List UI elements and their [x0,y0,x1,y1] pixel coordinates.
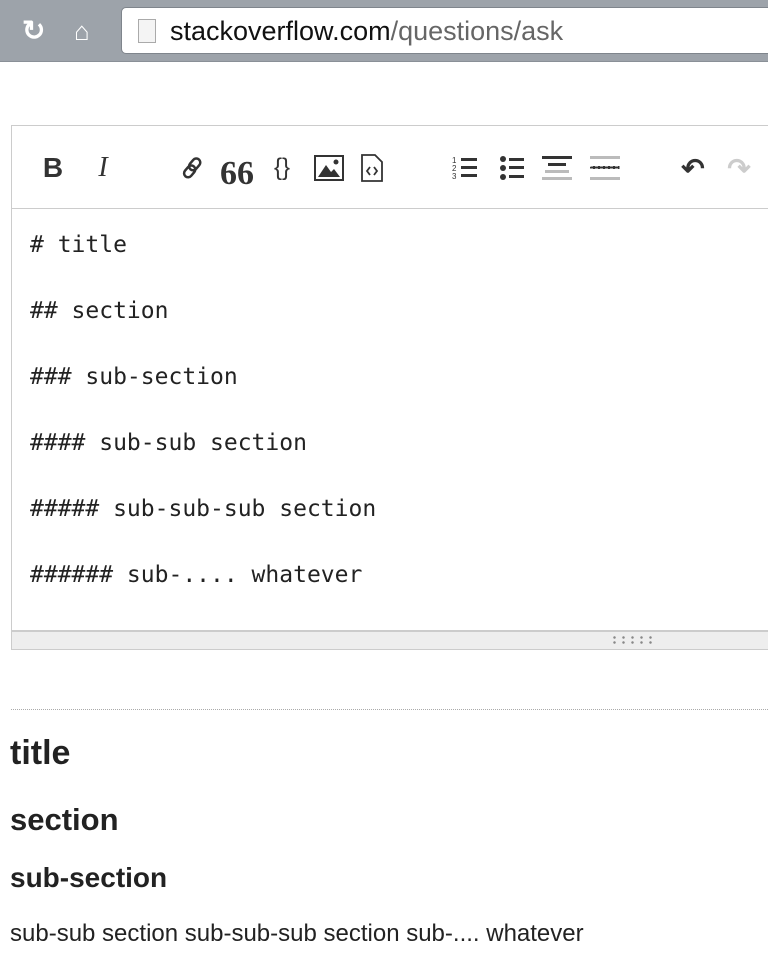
heading-icon [542,156,572,180]
horizontal-rule-button[interactable] [588,151,622,185]
link-button[interactable] [176,151,210,185]
heading-button[interactable] [540,151,574,185]
markdown-textarea[interactable]: # title ## section ### sub-section #### … [12,209,768,632]
snippet-button[interactable] [355,151,389,185]
svg-text:3: 3 [452,172,457,181]
italic-button[interactable]: I [86,151,120,185]
preview-paragraph: sub-sub section sub-sub-sub section sub-… [10,920,584,947]
undo-icon: ↶ [681,152,705,184]
code-button[interactable]: {} [265,151,299,185]
preview-h2: section [10,802,119,837]
horizontal-rule-icon [590,156,620,180]
image-button[interactable] [312,151,346,185]
preview-h3: sub-section [10,862,168,893]
preview-divider [11,709,768,710]
grip-icon [610,635,658,645]
editor-toolbar: B I 66 {} 123 ↶ ↷ [12,126,768,209]
page-icon [138,19,156,43]
ordered-list-icon: 123 [452,156,477,181]
bulleted-list-icon [500,156,524,180]
link-icon [182,157,202,179]
redo-button[interactable]: ↷ [722,151,756,185]
image-icon [314,155,344,181]
browser-toolbar: ↻ ⌂ stackoverflow.com/questions/ask [0,0,768,62]
reload-icon[interactable]: ↻ [22,14,45,48]
redo-icon: ↷ [727,152,751,184]
ordered-list-button[interactable]: 123 [448,151,482,185]
bold-button[interactable]: B [36,151,70,185]
blockquote-button[interactable]: 66 [220,151,254,192]
undo-button[interactable]: ↶ [676,151,710,185]
url-text: stackoverflow.com/questions/ask [170,16,564,46]
address-bar[interactable]: stackoverflow.com/questions/ask [121,7,768,54]
markdown-editor: B I 66 {} 123 ↶ ↷ # title ## section ###… [11,125,768,650]
preview-h1: title [10,734,71,772]
resize-handle[interactable] [12,632,768,649]
snippet-icon [361,154,383,182]
bulleted-list-button[interactable] [495,151,529,185]
home-icon[interactable]: ⌂ [74,14,90,48]
